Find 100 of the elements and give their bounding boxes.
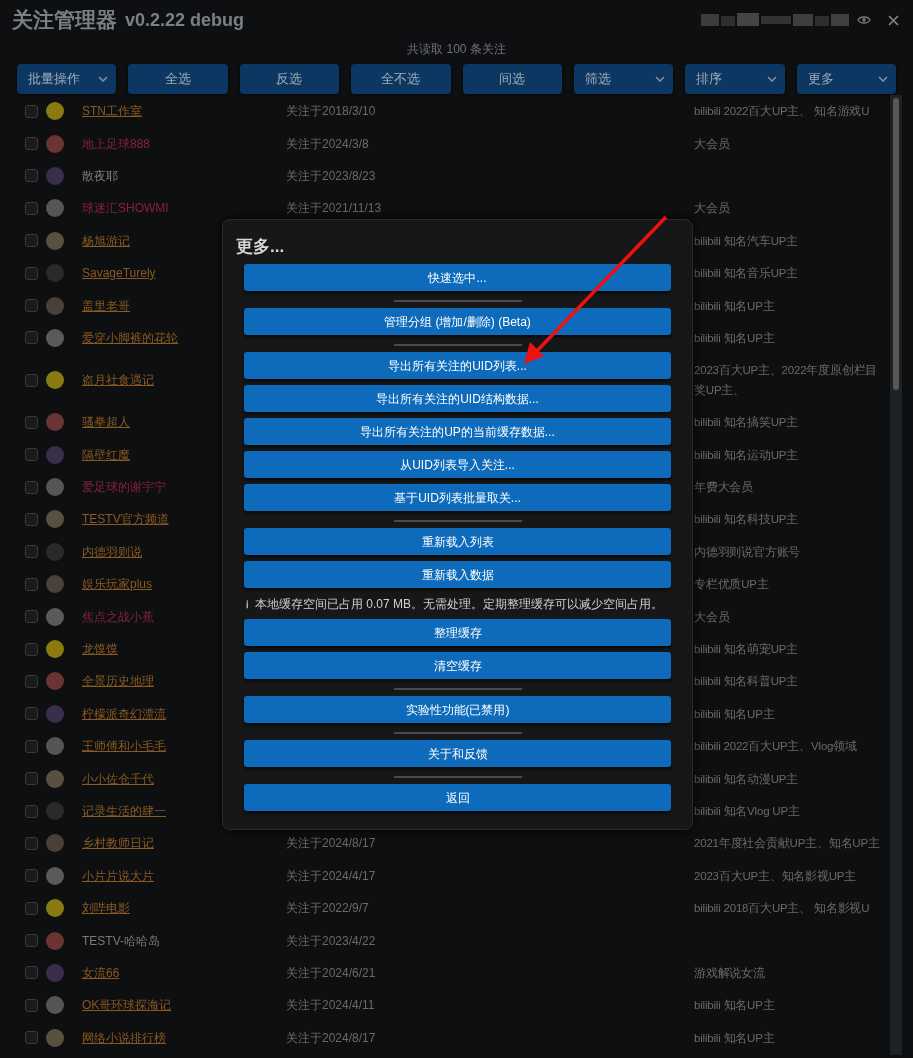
user-name[interactable]: 娱乐玩家plus (82, 577, 152, 592)
toolbar-button[interactable]: 筛选 (573, 64, 674, 94)
menu-button[interactable]: 快速选中... (244, 264, 671, 291)
checkbox[interactable] (25, 266, 38, 280)
follow-date: 关注于2024/4/11 (286, 998, 375, 1013)
menu-button[interactable]: 实验性功能(已禁用) (244, 696, 671, 723)
eye-icon[interactable] (857, 15, 871, 25)
avatar (46, 640, 64, 659)
user-name: 爱足球的谢宇宁 (82, 480, 166, 495)
checkbox[interactable] (25, 901, 38, 915)
checkbox[interactable] (25, 169, 38, 183)
checkbox[interactable] (25, 1031, 38, 1045)
user-name[interactable]: 网络小说排行榜 (82, 1030, 166, 1045)
checkbox[interactable] (25, 772, 38, 786)
checkbox[interactable] (25, 448, 38, 462)
checkbox[interactable] (25, 415, 38, 429)
avatar (46, 102, 64, 121)
checkbox[interactable] (25, 104, 38, 118)
user-name[interactable]: 盖里老哥 (82, 298, 130, 313)
checkbox[interactable] (25, 577, 38, 591)
user-name[interactable]: 龙馍馍 (82, 642, 118, 657)
user-name[interactable]: 全景历史地理 (82, 674, 154, 689)
user-name[interactable]: 王师傅和小毛毛 (82, 739, 166, 754)
user-name[interactable]: 小片片说大片 (82, 868, 154, 883)
user-name[interactable]: 隔壁红魔 (82, 447, 130, 462)
checkbox[interactable] (25, 804, 38, 818)
toolbar-button[interactable]: 反选 (239, 64, 340, 94)
avatar (46, 931, 64, 950)
toolbar-button[interactable]: 批量操作 (17, 64, 117, 94)
user-name[interactable]: 乡村教师日记 (82, 836, 154, 851)
user-name[interactable]: 柠檬派奇幻漂流 (82, 706, 166, 721)
avatar (46, 445, 64, 464)
avatar (46, 963, 64, 982)
user-name[interactable]: 小小佐仓千代 (82, 771, 154, 786)
menu-button[interactable]: 基于UID列表批量取关... (244, 484, 671, 511)
menu-button[interactable]: 返回 (244, 784, 671, 811)
checkbox[interactable] (25, 545, 38, 559)
avatar (46, 996, 64, 1015)
toolbar-button[interactable]: 全选 (128, 64, 228, 94)
user-name[interactable]: 女流66 (82, 965, 120, 980)
menu-button[interactable]: 导出所有关注的UID列表... (244, 352, 671, 379)
user-name[interactable]: OK哥环球探海记 (82, 998, 172, 1013)
follow-date: 关注于2024/8/17 (286, 1030, 376, 1045)
checkbox[interactable] (25, 998, 38, 1012)
checkbox[interactable] (25, 299, 38, 313)
toolbar-button[interactable]: 排序 (685, 64, 785, 94)
close-icon[interactable] (888, 14, 899, 26)
user-name[interactable]: 内德羽则说 (82, 544, 142, 559)
checkbox[interactable] (25, 513, 38, 526)
user-name: 地上足球888 (82, 136, 151, 151)
user-name[interactable]: 爱穿小脚裤的花轮 (82, 330, 178, 345)
menu-button[interactable]: 整理缓存 (244, 619, 671, 646)
menu-button[interactable]: 导出所有关注的UID结构数据... (244, 385, 671, 412)
checkbox[interactable] (25, 869, 38, 883)
user-name[interactable]: 记录生活的肆一 (82, 804, 166, 818)
user-name[interactable]: STN工作室 (82, 104, 142, 119)
checkbox[interactable] (25, 642, 38, 656)
checkbox[interactable] (25, 373, 38, 387)
toolbar-button[interactable]: 更多 (796, 64, 896, 94)
user-name[interactable]: 盗月社食遇记 (82, 373, 154, 388)
user-name: 焦点之战小蕉 (82, 609, 154, 624)
menu-button[interactable]: 管理分组 (增加/删除) (Beta) (244, 308, 671, 335)
window-title: 关注管理器 (12, 7, 117, 34)
checkbox[interactable] (25, 137, 38, 151)
avatar (46, 704, 64, 723)
checkbox[interactable] (25, 201, 38, 215)
user-name[interactable]: 杨旭游记 (82, 233, 130, 248)
user-name[interactable]: 刘哔电影 (82, 901, 130, 916)
checkbox[interactable] (25, 331, 38, 345)
menu-button[interactable]: 重新载入列表 (244, 528, 671, 555)
checkbox[interactable] (25, 480, 38, 494)
checkbox[interactable] (25, 610, 38, 624)
scrollbar-thumb[interactable] (893, 98, 899, 390)
avatar (46, 672, 64, 691)
menu-button[interactable]: 导出所有关注的UP的当前缓存数据... (244, 418, 671, 445)
menu-button[interactable]: 从UID列表导入关注... (244, 451, 671, 478)
toolbar-button[interactable]: 间选 (462, 64, 562, 94)
checkbox[interactable] (25, 966, 38, 980)
checkbox[interactable] (25, 836, 38, 850)
user-name[interactable]: TESTV官方频道 (82, 512, 169, 527)
checkbox[interactable] (25, 934, 38, 948)
version-label: v0.2.22 debug (125, 8, 245, 32)
checkbox[interactable] (25, 707, 38, 721)
checkbox[interactable] (25, 739, 38, 753)
toolbar-button[interactable]: 全不选 (351, 64, 451, 94)
menu-button[interactable]: 重新载入数据 (244, 561, 671, 588)
avatar (46, 328, 64, 347)
checkbox[interactable] (25, 674, 38, 688)
summary-text: 共读取 100 条关注 (407, 41, 506, 58)
menu-button[interactable]: 关于和反馈 (244, 740, 671, 767)
checkbox[interactable] (25, 234, 38, 248)
follow-date: 关注于2023/8/23 (286, 168, 376, 183)
user-name[interactable]: SavageTurely (82, 266, 156, 281)
user-description: bilibili 知名汽车UP主 (694, 233, 800, 249)
follow-date: 关注于2018/3/10 (286, 104, 376, 119)
user-description: bilibili 知名UP主 (694, 1030, 776, 1046)
avatar (46, 166, 64, 185)
user-description: bilibili 2018百大UP主、 知名影视U (694, 901, 871, 917)
menu-button[interactable]: 清空缓存 (244, 652, 671, 679)
user-name[interactable]: 骚拳超人 (82, 415, 130, 430)
